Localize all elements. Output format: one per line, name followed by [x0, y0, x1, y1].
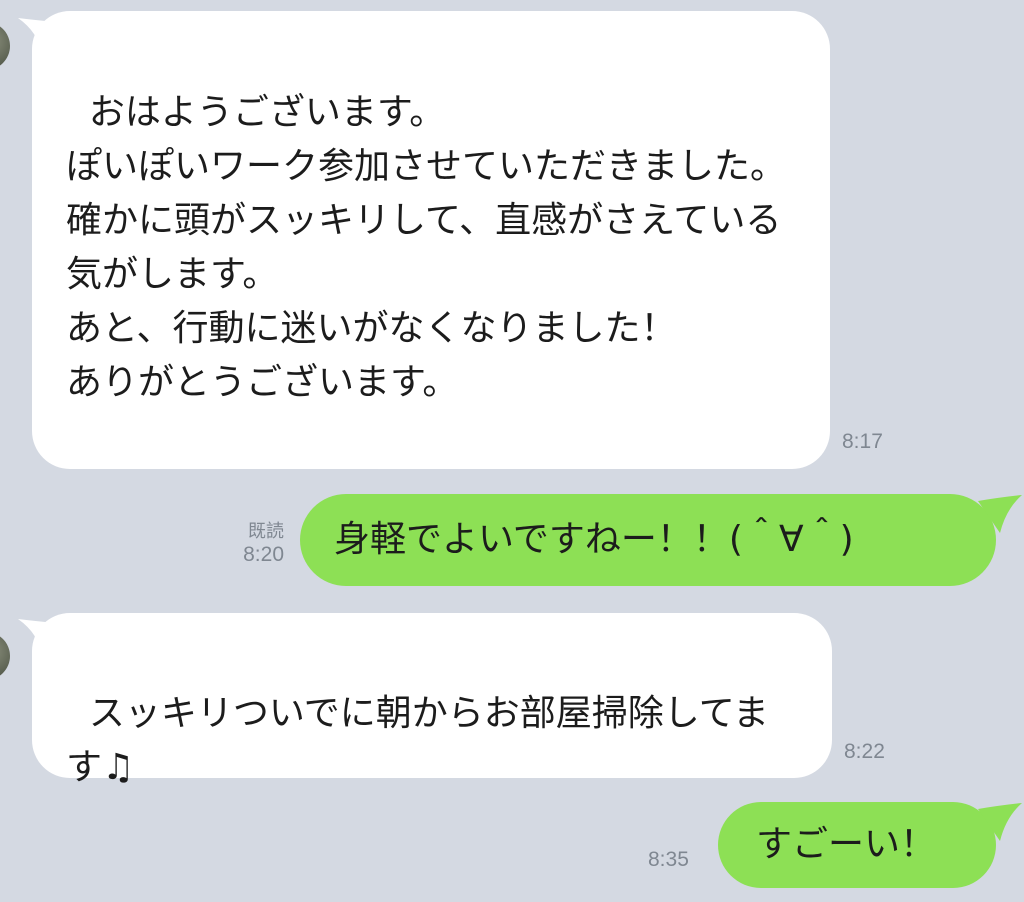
message-text: おはようございます。 ぽいぽいワーク参加させていただきました。 確かに頭がスッキ… — [66, 92, 787, 403]
message-text: 身軽でよいですねー！！(＾∀＾) — [334, 519, 854, 560]
message-bubble-incoming[interactable]: おはようございます。 ぽいぽいワーク参加させていただきました。 確かに頭がスッキ… — [32, 11, 830, 469]
bubble-tail — [978, 803, 1022, 841]
message-timestamp: 8:22 — [844, 740, 885, 763]
message-timestamp: 8:17 — [842, 430, 883, 453]
contact-avatar[interactable] — [0, 632, 10, 680]
contact-avatar[interactable] — [0, 22, 10, 70]
message-bubble-outgoing[interactable]: 身軽でよいですねー！！(＾∀＾) — [300, 494, 996, 586]
message-text: スッキリついでに朝からお部屋掃除してます♫ — [66, 693, 769, 788]
message-text: すごーい！ — [756, 824, 937, 865]
message-meta: 既読 8:20 — [224, 519, 284, 567]
read-receipt: 既読 — [248, 521, 284, 541]
message-bubble-outgoing[interactable]: すごーい！ — [718, 802, 996, 888]
message-timestamp: 8:20 — [243, 543, 284, 566]
message-timestamp: 8:35 — [648, 848, 689, 871]
bubble-tail — [978, 495, 1022, 533]
message-bubble-incoming[interactable]: スッキリついでに朝からお部屋掃除してます♫ — [32, 613, 832, 788]
